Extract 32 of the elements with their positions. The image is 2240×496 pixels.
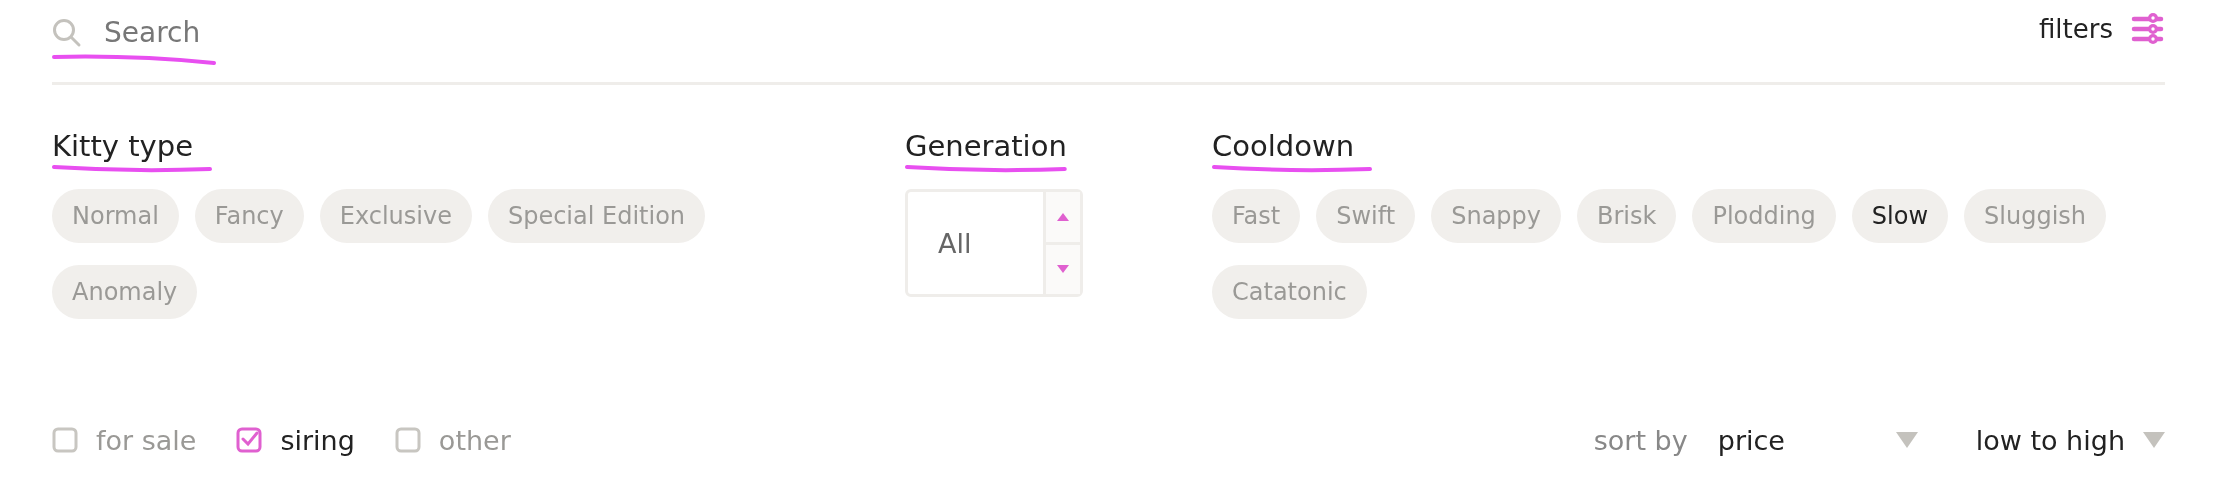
checkbox-label: siring [280, 424, 355, 456]
checkbox-label: for sale [96, 424, 197, 456]
filter-chip[interactable]: Snappy [1431, 189, 1562, 243]
checkbox[interactable] [236, 427, 263, 453]
sort-field-dropdown[interactable]: price [1717, 424, 1918, 456]
filter-chip[interactable]: Swift [1316, 189, 1416, 243]
caret-icon [2143, 432, 2165, 448]
checkbox[interactable] [394, 427, 421, 453]
search-icon [52, 17, 82, 48]
checkbox-label: other [438, 424, 511, 456]
checkbox[interactable] [52, 427, 78, 453]
sort-label: sort by [1593, 424, 1688, 456]
search-field[interactable]: Search [104, 16, 404, 49]
filter-chip[interactable]: Slow [1851, 189, 1949, 243]
filter-chip[interactable]: Brisk [1577, 189, 1677, 243]
filter-chip[interactable]: Anomaly [52, 265, 198, 319]
sort-order-dropdown[interactable]: low to high [1975, 424, 2165, 456]
filter-chip[interactable]: Fast [1212, 189, 1301, 243]
filters-button[interactable]: filters [2038, 12, 2165, 46]
filter-chip[interactable]: Exclusive [319, 189, 472, 243]
section-heading: Generation [905, 129, 1067, 163]
generation-spinner[interactable]: All [905, 189, 1083, 297]
filter-chip[interactable]: Sluggish [1964, 189, 2107, 243]
filter-chip[interactable]: Normal [52, 189, 179, 243]
caret-icon [1895, 432, 1918, 448]
section-heading: Kitty type [52, 129, 194, 163]
filter-chip[interactable]: Plodding [1692, 189, 1836, 243]
sliders-icon [2131, 12, 2165, 46]
filter-chip[interactable]: Special Edition [487, 189, 706, 243]
filter-chip[interactable]: Fancy [194, 189, 304, 243]
filter-chip[interactable]: Catatonic [1212, 265, 1367, 319]
section-heading: Cooldown [1212, 129, 1356, 163]
